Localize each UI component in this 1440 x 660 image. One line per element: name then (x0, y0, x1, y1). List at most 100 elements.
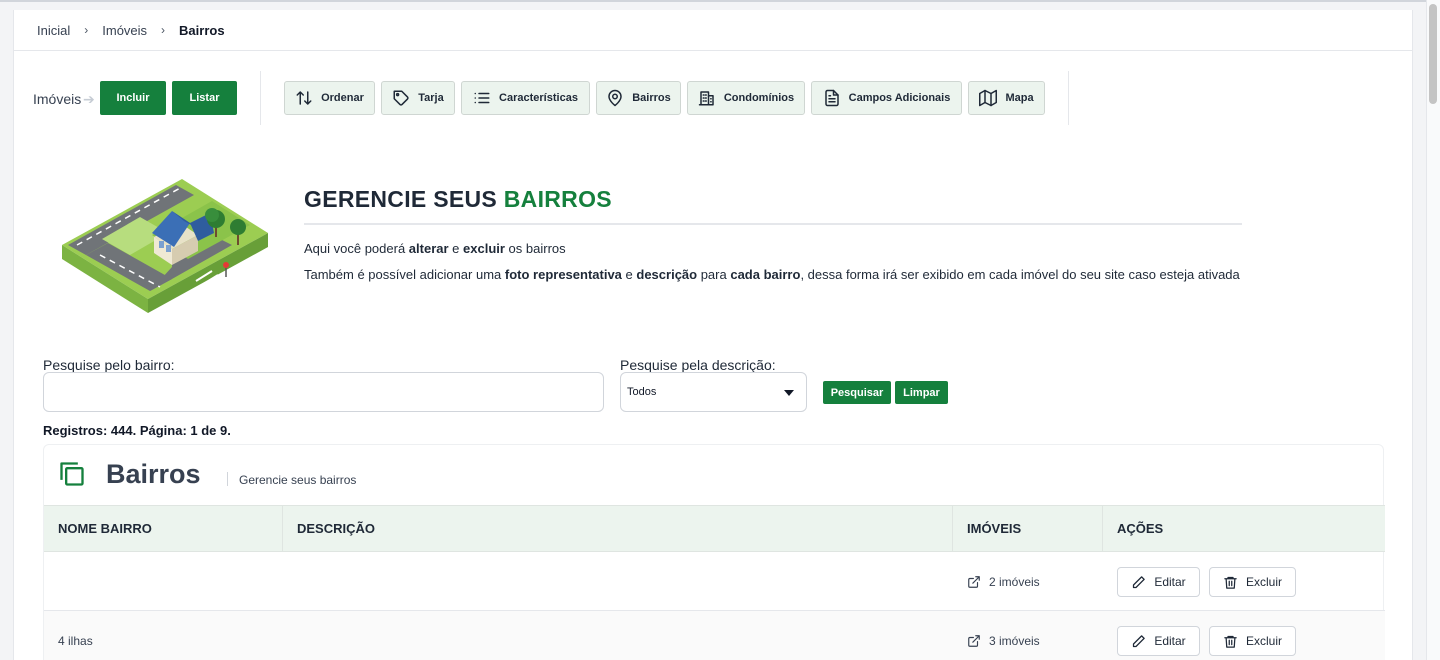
caracteristicas-button[interactable]: Características (461, 81, 590, 115)
external-link-icon (968, 575, 980, 588)
page-scrollbar[interactable] (1426, 0, 1440, 660)
building-icon (698, 91, 714, 106)
toolbar: Imóveis ➔ Incluir Listar Ordenar Tarja C… (14, 61, 1414, 126)
campos-adicionais-button[interactable]: Campos Adicionais (811, 81, 962, 115)
arrow-right-icon: ➔ (83, 91, 95, 107)
table-row: 4 ilhas 3 imóveis Editar Excluir (44, 611, 1385, 660)
trash-icon (1224, 635, 1237, 648)
cell-descricao (297, 611, 953, 660)
column-acoes: AÇÕES (1117, 521, 1164, 536)
condominios-label: Condomínios (723, 92, 795, 104)
campos-adicionais-label: Campos Adicionais (848, 92, 951, 104)
cell-imoveis: 3 imóveis (967, 611, 1103, 660)
caret-down-icon (784, 390, 794, 396)
pencil-icon (1133, 575, 1146, 588)
edit-label: Editar (1154, 634, 1186, 648)
records-summary: Registros: 444. Página: 1 de 9. (43, 423, 231, 438)
tag-icon (393, 90, 409, 106)
text-bold: descrição (636, 267, 698, 282)
breadcrumb-current: Bairros (179, 22, 225, 38)
imoveis-link[interactable]: 3 imóveis (967, 634, 1040, 648)
condominios-button[interactable]: Condomínios (687, 81, 805, 115)
bairros-card: Bairros Gerencie seus bairros NOME BAIRR… (43, 444, 1385, 660)
delete-button[interactable]: Excluir (1209, 626, 1296, 656)
ordenar-button[interactable]: Ordenar (284, 81, 375, 115)
pencil-icon (1133, 634, 1146, 647)
hero-divider (304, 223, 1242, 225)
list-icon (474, 92, 490, 104)
copy-icon (60, 462, 84, 486)
ordenar-label: Ordenar (321, 92, 364, 104)
mapa-label: Mapa (1005, 92, 1034, 104)
column-nome-bairro[interactable]: NOME BAIRRO (44, 506, 283, 551)
breadcrumb-separator: › (84, 23, 89, 37)
bairros-button[interactable]: Bairros (596, 81, 681, 115)
map-icon (979, 89, 998, 107)
text-bold: alterar (408, 241, 449, 256)
edit-button[interactable]: Editar (1117, 567, 1200, 597)
trash-icon (1224, 576, 1237, 589)
pesquisar-button[interactable]: Pesquisar (823, 381, 891, 404)
caracteristicas-label: Características (499, 92, 578, 104)
edit-label: Editar (1154, 575, 1186, 589)
imoveis-link[interactable]: 2 imóveis (967, 575, 1040, 589)
column-descricao[interactable]: DESCRIÇÃO (283, 506, 953, 551)
hero-description-2: Também é possível adicionar uma foto rep… (304, 266, 1254, 283)
delete-button[interactable]: Excluir (1209, 567, 1296, 597)
edit-button[interactable]: Editar (1117, 626, 1200, 656)
cell-imoveis: 2 imóveis (967, 552, 1103, 611)
bairros-label: Bairros (632, 92, 671, 104)
hero-description-1: Aqui você poderá alterar e excluir os ba… (304, 240, 1254, 257)
text-segment: Aqui você poderá (304, 241, 409, 256)
breadcrumb-imoveis[interactable]: Imóveis (102, 23, 147, 38)
table-row: 2 imóveis Editar Excluir (44, 552, 1385, 611)
card-title: Bairros (106, 459, 201, 489)
cell-nome-bairro (58, 552, 283, 611)
hero-title-accent: BAIRROS (503, 186, 612, 212)
breadcrumb-inicial[interactable]: Inicial (37, 23, 70, 38)
table-header: NOME BAIRRO DESCRIÇÃO IMÓVEIS AÇÕES (44, 505, 1385, 552)
toolbar-divider (1068, 71, 1069, 125)
hero-title-prefix: GERENCIE SEUS (304, 186, 498, 212)
bairro-search-label: Pesquise pelo bairro: (43, 357, 175, 373)
delete-label: Excluir (1245, 634, 1282, 648)
neighborhood-illustration (62, 179, 268, 313)
document-icon (824, 89, 839, 107)
text-bold: excluir (463, 241, 505, 256)
text-bold: foto representativa (504, 267, 622, 282)
incluir-button[interactable]: Incluir (100, 81, 166, 115)
delete-label: Excluir (1245, 575, 1282, 589)
descricao-select-value: Todos (627, 386, 657, 398)
tarja-label: Tarja (418, 92, 444, 104)
imoveis-count: 2 imóveis (989, 574, 1040, 589)
cell-nome-bairro: 4 ilhas (58, 633, 93, 648)
imoveis-count: 3 imóveis (989, 633, 1040, 648)
text-segment: Também é possível adicionar uma (304, 267, 505, 282)
hero-title: GERENCIE SEUS BAIRROS (304, 186, 612, 213)
mapa-button[interactable]: Mapa (968, 81, 1045, 115)
listar-button[interactable]: Listar (172, 81, 237, 115)
title-separator (227, 472, 228, 486)
text-segment: para (697, 267, 731, 282)
scrollbar-thumb[interactable] (1429, 4, 1437, 104)
breadcrumb-separator: › (161, 23, 166, 37)
text-segment: e (448, 241, 464, 256)
card-subtitle: Gerencie seus bairros (239, 473, 357, 487)
top-border (0, 0, 1440, 2)
breadcrumb: Inicial › Imóveis › Bairros (14, 10, 1412, 51)
cell-descricao (297, 552, 953, 611)
toolbar-divider (260, 71, 261, 125)
external-link-icon (968, 634, 980, 647)
column-imoveis[interactable]: IMÓVEIS (953, 506, 1103, 551)
text-segment: e (621, 267, 637, 282)
text-segment: os bairros (504, 241, 566, 256)
sort-arrows-icon (296, 91, 312, 105)
limpar-button[interactable]: Limpar (895, 381, 948, 404)
map-pin-icon (608, 89, 622, 107)
tarja-button[interactable]: Tarja (381, 81, 455, 115)
text-segment: , dessa forma irá ser exibido em cada im… (800, 267, 1240, 282)
toolbar-section-label: Imóveis (33, 91, 82, 107)
descricao-select[interactable]: Todos (620, 372, 807, 412)
text-bold: cada bairro (730, 267, 801, 282)
bairro-search-input[interactable] (43, 372, 604, 412)
